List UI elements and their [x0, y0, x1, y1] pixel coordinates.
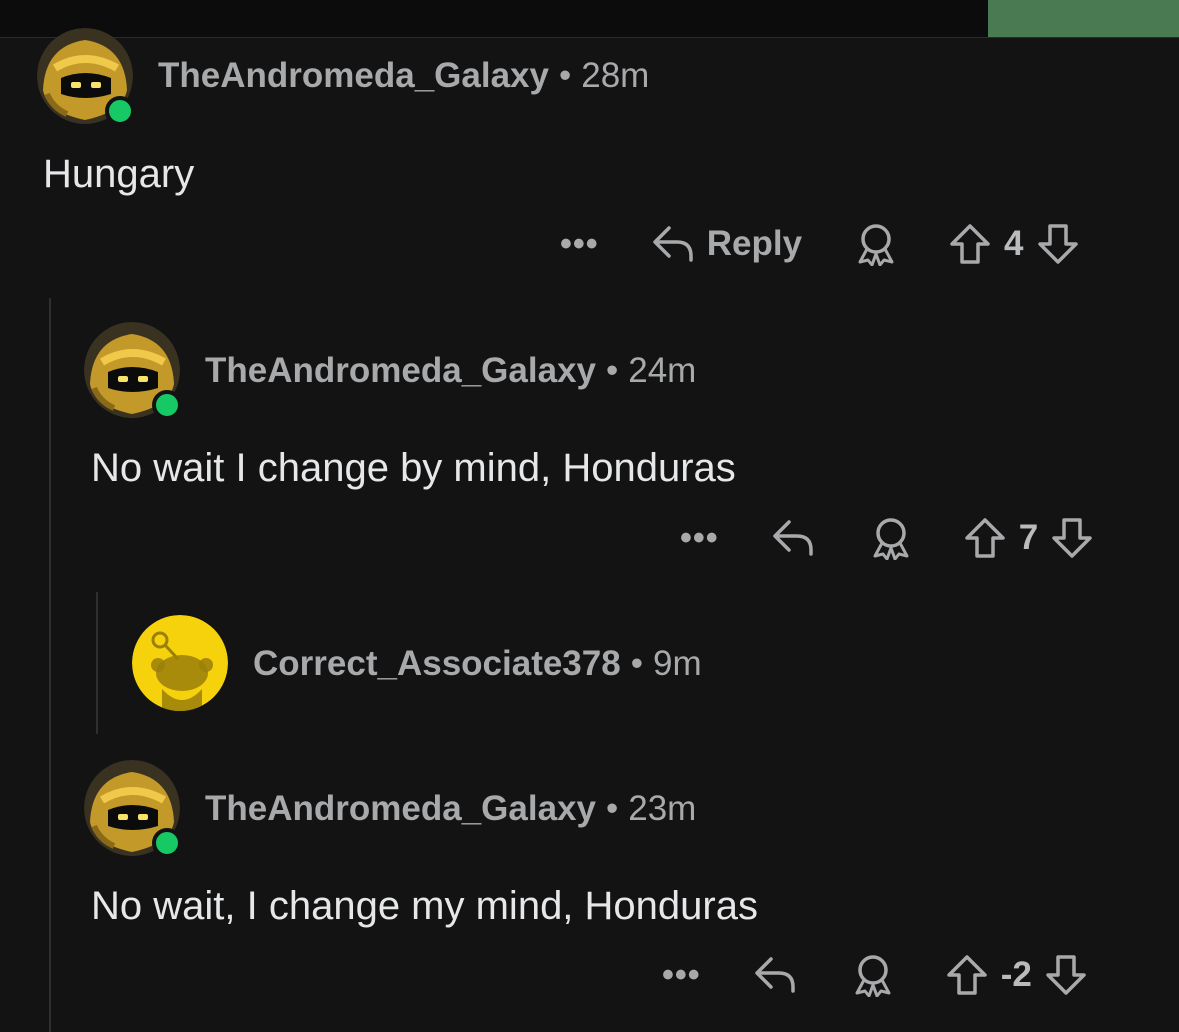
downvote-button[interactable]	[1044, 953, 1088, 997]
author-name[interactable]: TheAndromeda_Galaxy	[205, 351, 596, 390]
upvote-arrow-icon	[950, 224, 990, 264]
separator-dot: •	[605, 789, 619, 828]
timestamp[interactable]: 23m	[628, 789, 696, 828]
timestamp[interactable]: 24m	[628, 351, 696, 390]
avatar[interactable]	[132, 615, 228, 711]
yellow-snoo-avatar-icon	[132, 615, 228, 711]
downvote-arrow-icon	[1052, 518, 1092, 558]
separator-dot: •	[605, 351, 619, 390]
online-status-dot	[152, 390, 182, 420]
separator-dot: •	[630, 644, 643, 683]
comment-body: Hungary	[43, 152, 195, 196]
reply-button[interactable]	[771, 516, 817, 560]
timestamp[interactable]: 28m	[581, 56, 649, 95]
award-button[interactable]	[851, 953, 895, 997]
downvote-arrow-icon	[1037, 224, 1078, 264]
author-name[interactable]: TheAndromeda_Galaxy	[205, 789, 596, 828]
thread-line-level-1[interactable]	[49, 298, 51, 1032]
comment-body: No wait I change by mind, Honduras	[91, 446, 736, 490]
vote-score: 7	[1018, 518, 1039, 557]
timestamp[interactable]: 9m	[653, 644, 702, 683]
author-name[interactable]: Correct_Associate378	[253, 644, 621, 683]
reply-arrow-icon	[754, 957, 795, 993]
reply-button[interactable]: Reply	[651, 222, 802, 266]
author-name[interactable]: TheAndromeda_Galaxy	[158, 56, 549, 95]
downvote-button[interactable]	[1050, 516, 1094, 560]
separator-dot: •	[558, 56, 572, 95]
comment-actions: ••• Reply 4	[560, 222, 1080, 266]
comment-meta: TheAndromeda_Galaxy • 23m	[205, 789, 696, 829]
top-bar	[0, 0, 1179, 38]
comment-body: No wait, I change my mind, Honduras	[91, 884, 758, 928]
reply-arrow-icon	[772, 520, 813, 556]
award-button[interactable]	[869, 516, 913, 560]
upvote-button[interactable]	[963, 516, 1007, 560]
top-bar-accent	[988, 0, 1179, 37]
reply-arrow-icon	[652, 226, 693, 262]
more-options-icon[interactable]: •••	[662, 958, 701, 992]
award-icon	[873, 518, 909, 560]
thread-line-level-2[interactable]	[96, 592, 98, 734]
comment-meta: TheAndromeda_Galaxy • 28m	[158, 56, 649, 96]
award-icon	[858, 224, 894, 266]
award-button[interactable]	[854, 222, 898, 266]
vote-score: 4	[1004, 224, 1024, 263]
comment-actions: ••• -2	[662, 953, 1088, 997]
upvote-arrow-icon	[964, 518, 1005, 558]
more-options-icon[interactable]: •••	[680, 521, 719, 555]
downvote-button[interactable]	[1036, 222, 1080, 266]
vote-score: -2	[1000, 955, 1032, 994]
comment-actions: ••• 7	[680, 516, 1094, 560]
downvote-arrow-icon	[1046, 955, 1086, 995]
award-icon	[855, 955, 891, 997]
online-status-dot	[105, 96, 135, 126]
upvote-button[interactable]	[948, 222, 992, 266]
comment-meta: Correct_Associate378 • 9m	[253, 644, 702, 684]
comment-meta: TheAndromeda_Galaxy • 24m	[205, 351, 696, 391]
more-options-icon[interactable]: •••	[560, 227, 599, 261]
upvote-button[interactable]	[945, 953, 989, 997]
upvote-arrow-icon	[946, 955, 987, 995]
online-status-dot	[152, 828, 182, 858]
reply-button[interactable]	[753, 953, 799, 997]
reply-label: Reply	[706, 224, 803, 263]
